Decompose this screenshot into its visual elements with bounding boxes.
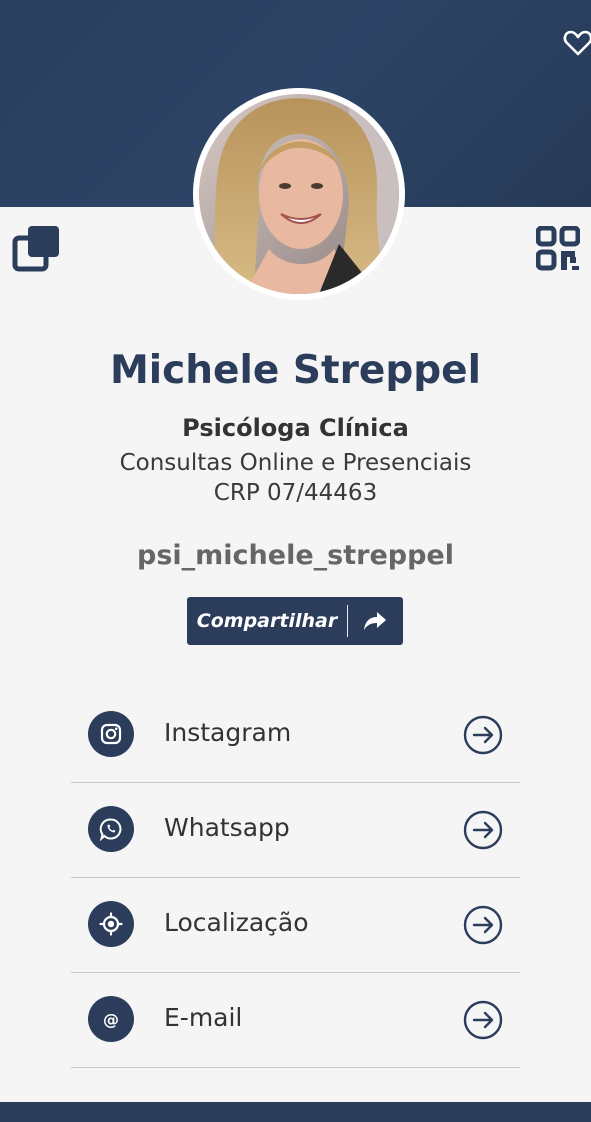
avatar bbox=[193, 88, 405, 300]
link-email[interactable]: @ E-mail bbox=[71, 973, 520, 1068]
qr-code-icon[interactable] bbox=[536, 226, 580, 272]
share-button-label: Compartilhar bbox=[196, 610, 338, 632]
link-label: Whatsapp bbox=[164, 813, 290, 842]
footer-bar bbox=[0, 1102, 591, 1122]
arrow-right-circle-icon bbox=[463, 810, 503, 850]
instagram-icon bbox=[88, 711, 134, 757]
share-arrow-icon bbox=[348, 611, 402, 631]
link-location[interactable]: Localização bbox=[71, 878, 520, 973]
profile-photo bbox=[199, 94, 399, 294]
link-label: E-mail bbox=[164, 1003, 243, 1032]
at-icon: @ bbox=[88, 996, 134, 1042]
profile-subtitle: Consultas Online e Presenciais bbox=[119, 450, 472, 476]
share-button-divider bbox=[347, 605, 348, 637]
link-label: Localização bbox=[164, 908, 309, 937]
link-instagram[interactable]: Instagram bbox=[71, 688, 520, 783]
arrow-right-circle-icon bbox=[463, 905, 503, 945]
profile-registration: CRP 07/44463 bbox=[213, 480, 378, 506]
link-whatsapp[interactable]: Whatsapp bbox=[71, 783, 520, 878]
link-list: Instagram Whatsapp Localização @ E-mail bbox=[71, 688, 520, 1068]
profile-name: Michele Streppel bbox=[110, 348, 481, 393]
profile-username: psi_michele_streppel bbox=[137, 540, 454, 571]
copy-icon[interactable] bbox=[12, 224, 62, 274]
profile-profession: Psicóloga Clínica bbox=[182, 414, 409, 442]
location-icon bbox=[88, 901, 134, 947]
link-label: Instagram bbox=[164, 718, 292, 747]
arrow-right-circle-icon bbox=[463, 715, 503, 755]
arrow-right-circle-icon bbox=[463, 1000, 503, 1040]
share-button[interactable]: Compartilhar bbox=[187, 597, 403, 645]
heart-icon[interactable] bbox=[563, 28, 591, 58]
whatsapp-icon bbox=[88, 806, 134, 852]
